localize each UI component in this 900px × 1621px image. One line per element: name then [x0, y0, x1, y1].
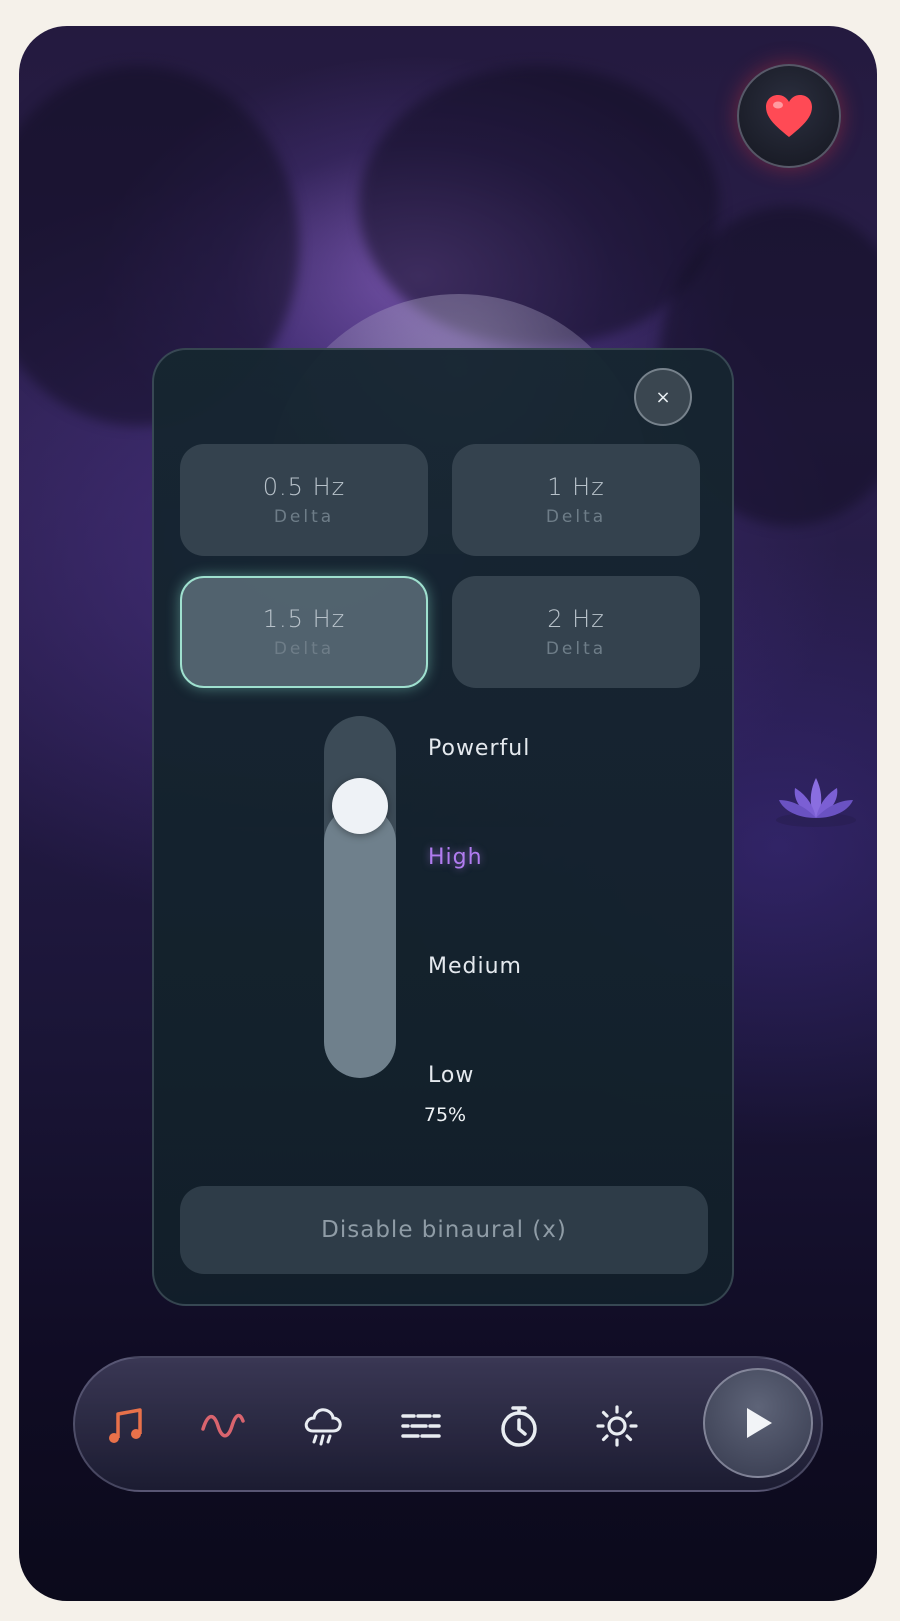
frequency-option-2-hz[interactable]: 2 Hz Delta: [452, 576, 700, 688]
level-high[interactable]: High: [428, 845, 483, 870]
level-powerful[interactable]: Powerful: [428, 736, 530, 761]
brightness-tab[interactable]: [593, 1402, 641, 1450]
level-medium[interactable]: Medium: [428, 954, 522, 979]
intensity-slider-fill: [324, 806, 396, 1078]
bottom-toolbar: [73, 1356, 823, 1492]
frequency-band: Delta: [273, 507, 335, 527]
intensity-percent: 75%: [423, 1104, 467, 1126]
wave-icon: [201, 1413, 245, 1438]
wind-lines-icon: [401, 1414, 441, 1438]
brightness-icon: [596, 1405, 638, 1447]
frequency-value: 0.5 Hz: [262, 473, 346, 501]
timer-tab[interactable]: [495, 1402, 543, 1450]
music-tab[interactable]: [101, 1402, 149, 1450]
timer-icon: [501, 1406, 537, 1447]
frequency-band: Delta: [545, 507, 607, 527]
frequency-option-1-5-hz[interactable]: 1.5 Hz Delta: [180, 576, 428, 688]
frequency-band: Delta: [273, 639, 335, 659]
frequency-value: 1.5 Hz: [262, 605, 346, 633]
rain-cloud-icon: [304, 1408, 342, 1446]
lotus-flower-image: [776, 778, 856, 827]
heart-icon: [766, 95, 812, 137]
binaural-tab[interactable]: [199, 1402, 247, 1450]
intensity-slider-handle[interactable]: [332, 778, 388, 834]
close-button[interactable]: ×: [634, 368, 692, 426]
rain-tab[interactable]: [299, 1402, 347, 1450]
favorite-button[interactable]: [737, 64, 841, 168]
frequency-option-1-hz[interactable]: 1 Hz Delta: [452, 444, 700, 556]
app-screen: × 0.5 Hz Delta 1 Hz Delta 1.5 Hz Delta 2…: [19, 26, 877, 1601]
binaural-settings-panel: × 0.5 Hz Delta 1 Hz Delta 1.5 Hz Delta 2…: [152, 348, 734, 1306]
frequency-band: Delta: [545, 639, 607, 659]
frequency-option-0-5-hz[interactable]: 0.5 Hz Delta: [180, 444, 428, 556]
level-low[interactable]: Low: [428, 1063, 474, 1088]
music-note-icon: [109, 1408, 142, 1443]
frequency-value: 1 Hz: [547, 473, 605, 501]
wind-tab[interactable]: [397, 1402, 445, 1450]
play-icon: [747, 1408, 772, 1438]
intensity-slider[interactable]: [324, 716, 396, 1078]
disable-binaural-button[interactable]: Disable binaural (x): [180, 1186, 708, 1274]
play-button[interactable]: [703, 1368, 813, 1478]
close-icon: ×: [655, 386, 671, 408]
frequency-value: 2 Hz: [547, 605, 605, 633]
